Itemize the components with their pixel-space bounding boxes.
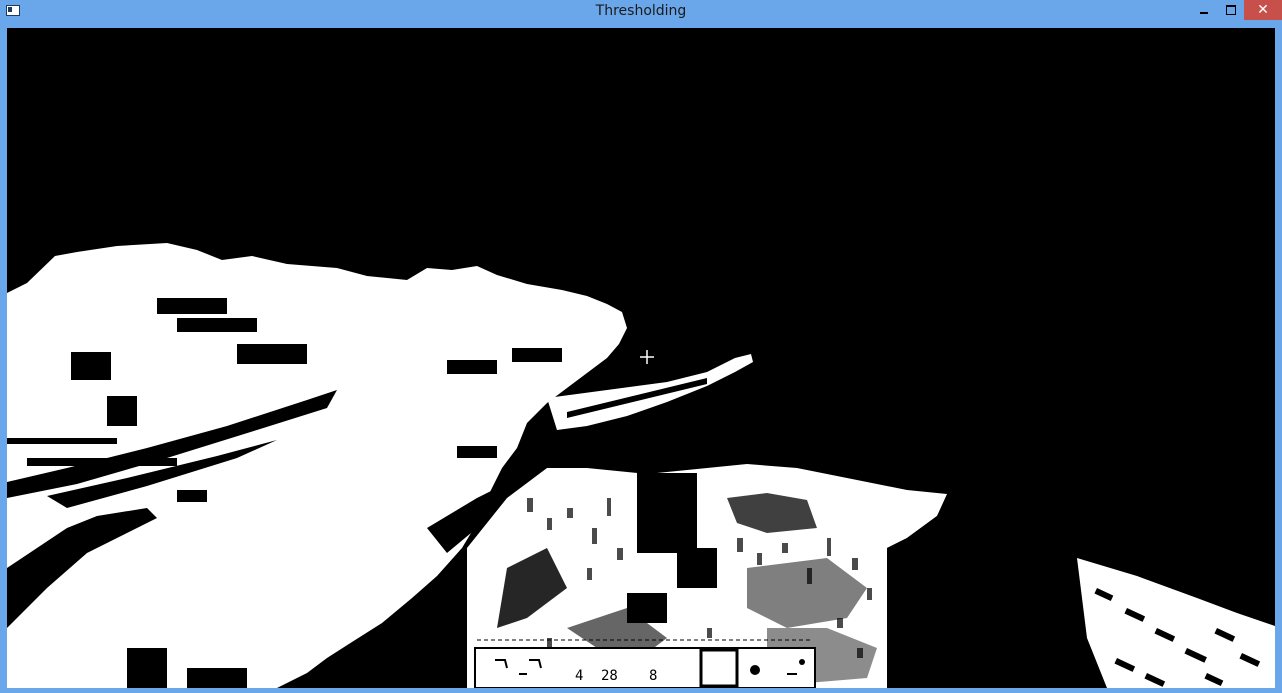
threshold-image-canvas[interactable]: 4 28 8 [7, 28, 1275, 688]
window-title: Thresholding [595, 3, 687, 19]
maximize-button[interactable] [1217, 0, 1244, 20]
minimize-icon [1199, 12, 1208, 14]
app-window: Thresholding ✕ 4 28 8 [0, 0, 1282, 693]
hotbar-slot-count-1: 4 [575, 668, 584, 684]
minimize-button[interactable] [1190, 0, 1217, 20]
thresholded-scene [7, 28, 1275, 688]
maximize-icon [1225, 5, 1236, 15]
hotbar [474, 639, 816, 688]
hotbar-slot-count-2: 28 [601, 668, 618, 684]
hotbar-selected-slot [699, 648, 739, 688]
hotbar-slot-count-3: 8 [649, 668, 658, 684]
close-button[interactable]: ✕ [1244, 0, 1282, 20]
close-icon: ✕ [1257, 2, 1269, 18]
title-bar[interactable]: Thresholding ✕ [0, 0, 1282, 27]
